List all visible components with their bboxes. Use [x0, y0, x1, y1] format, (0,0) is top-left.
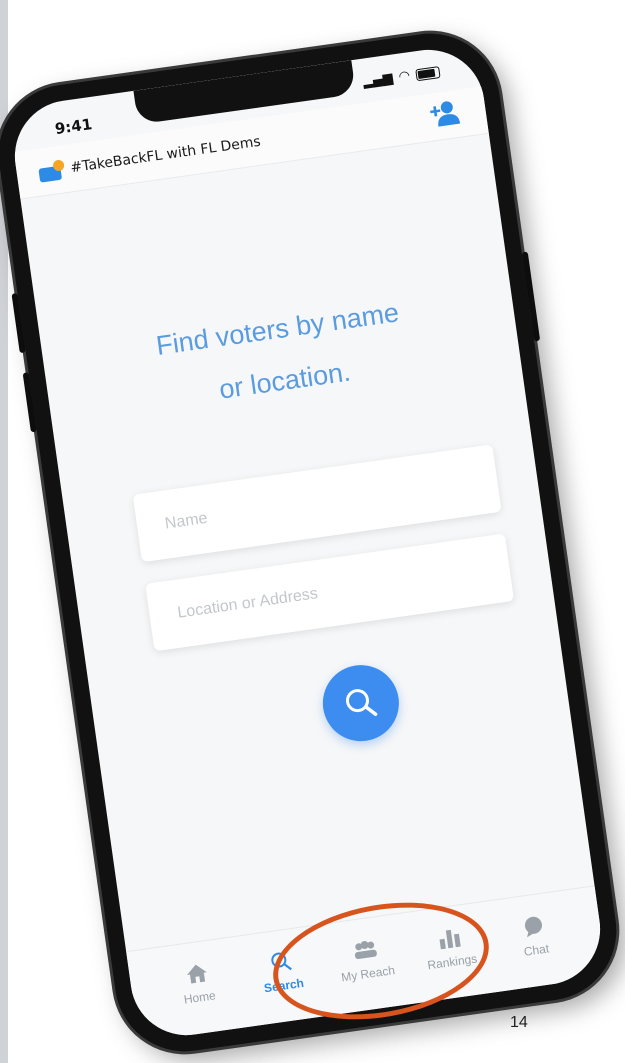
tab-home[interactable]: Home — [159, 956, 236, 1010]
chat-icon — [520, 912, 545, 941]
location-input[interactable] — [174, 560, 486, 624]
wifi-icon: ◠ — [397, 68, 412, 85]
tab-label: My Reach — [340, 963, 396, 985]
bar-chart-icon — [436, 924, 461, 953]
name-input[interactable] — [161, 471, 473, 535]
tab-label: Search — [263, 975, 305, 996]
phone-screen: 9:41 ▂▄▆ ◠ #TakeBackFL with FL Dems Find… — [7, 42, 608, 1043]
page-number: 14 — [510, 1014, 528, 1031]
battery-icon — [415, 65, 441, 81]
search-button[interactable] — [317, 660, 404, 747]
tab-label: Home — [182, 988, 217, 1007]
tab-chat[interactable]: Chat — [496, 908, 573, 962]
tab-search[interactable]: Search — [243, 944, 320, 998]
home-icon — [184, 959, 209, 988]
brand-logo-icon — [37, 158, 66, 183]
people-icon — [350, 935, 379, 964]
tab-my-reach[interactable]: My Reach — [327, 932, 404, 986]
app-title: #TakeBackFL with FL Dems — [69, 133, 262, 176]
phone-mockup: 9:41 ▂▄▆ ◠ #TakeBackFL with FL Dems Find… — [0, 24, 625, 1061]
status-time: 9:41 — [53, 115, 94, 139]
tab-rankings[interactable]: Rankings — [411, 920, 488, 974]
tab-label: Rankings — [426, 951, 479, 973]
tab-label: Chat — [522, 941, 550, 959]
search-headline: Find voters by name or location. — [40, 270, 523, 439]
search-icon — [345, 689, 377, 717]
status-icons: ▂▄▆ ◠ — [362, 64, 441, 90]
search-icon — [268, 947, 293, 976]
add-user-icon[interactable] — [426, 98, 462, 134]
signal-icon: ▂▄▆ — [362, 70, 394, 90]
